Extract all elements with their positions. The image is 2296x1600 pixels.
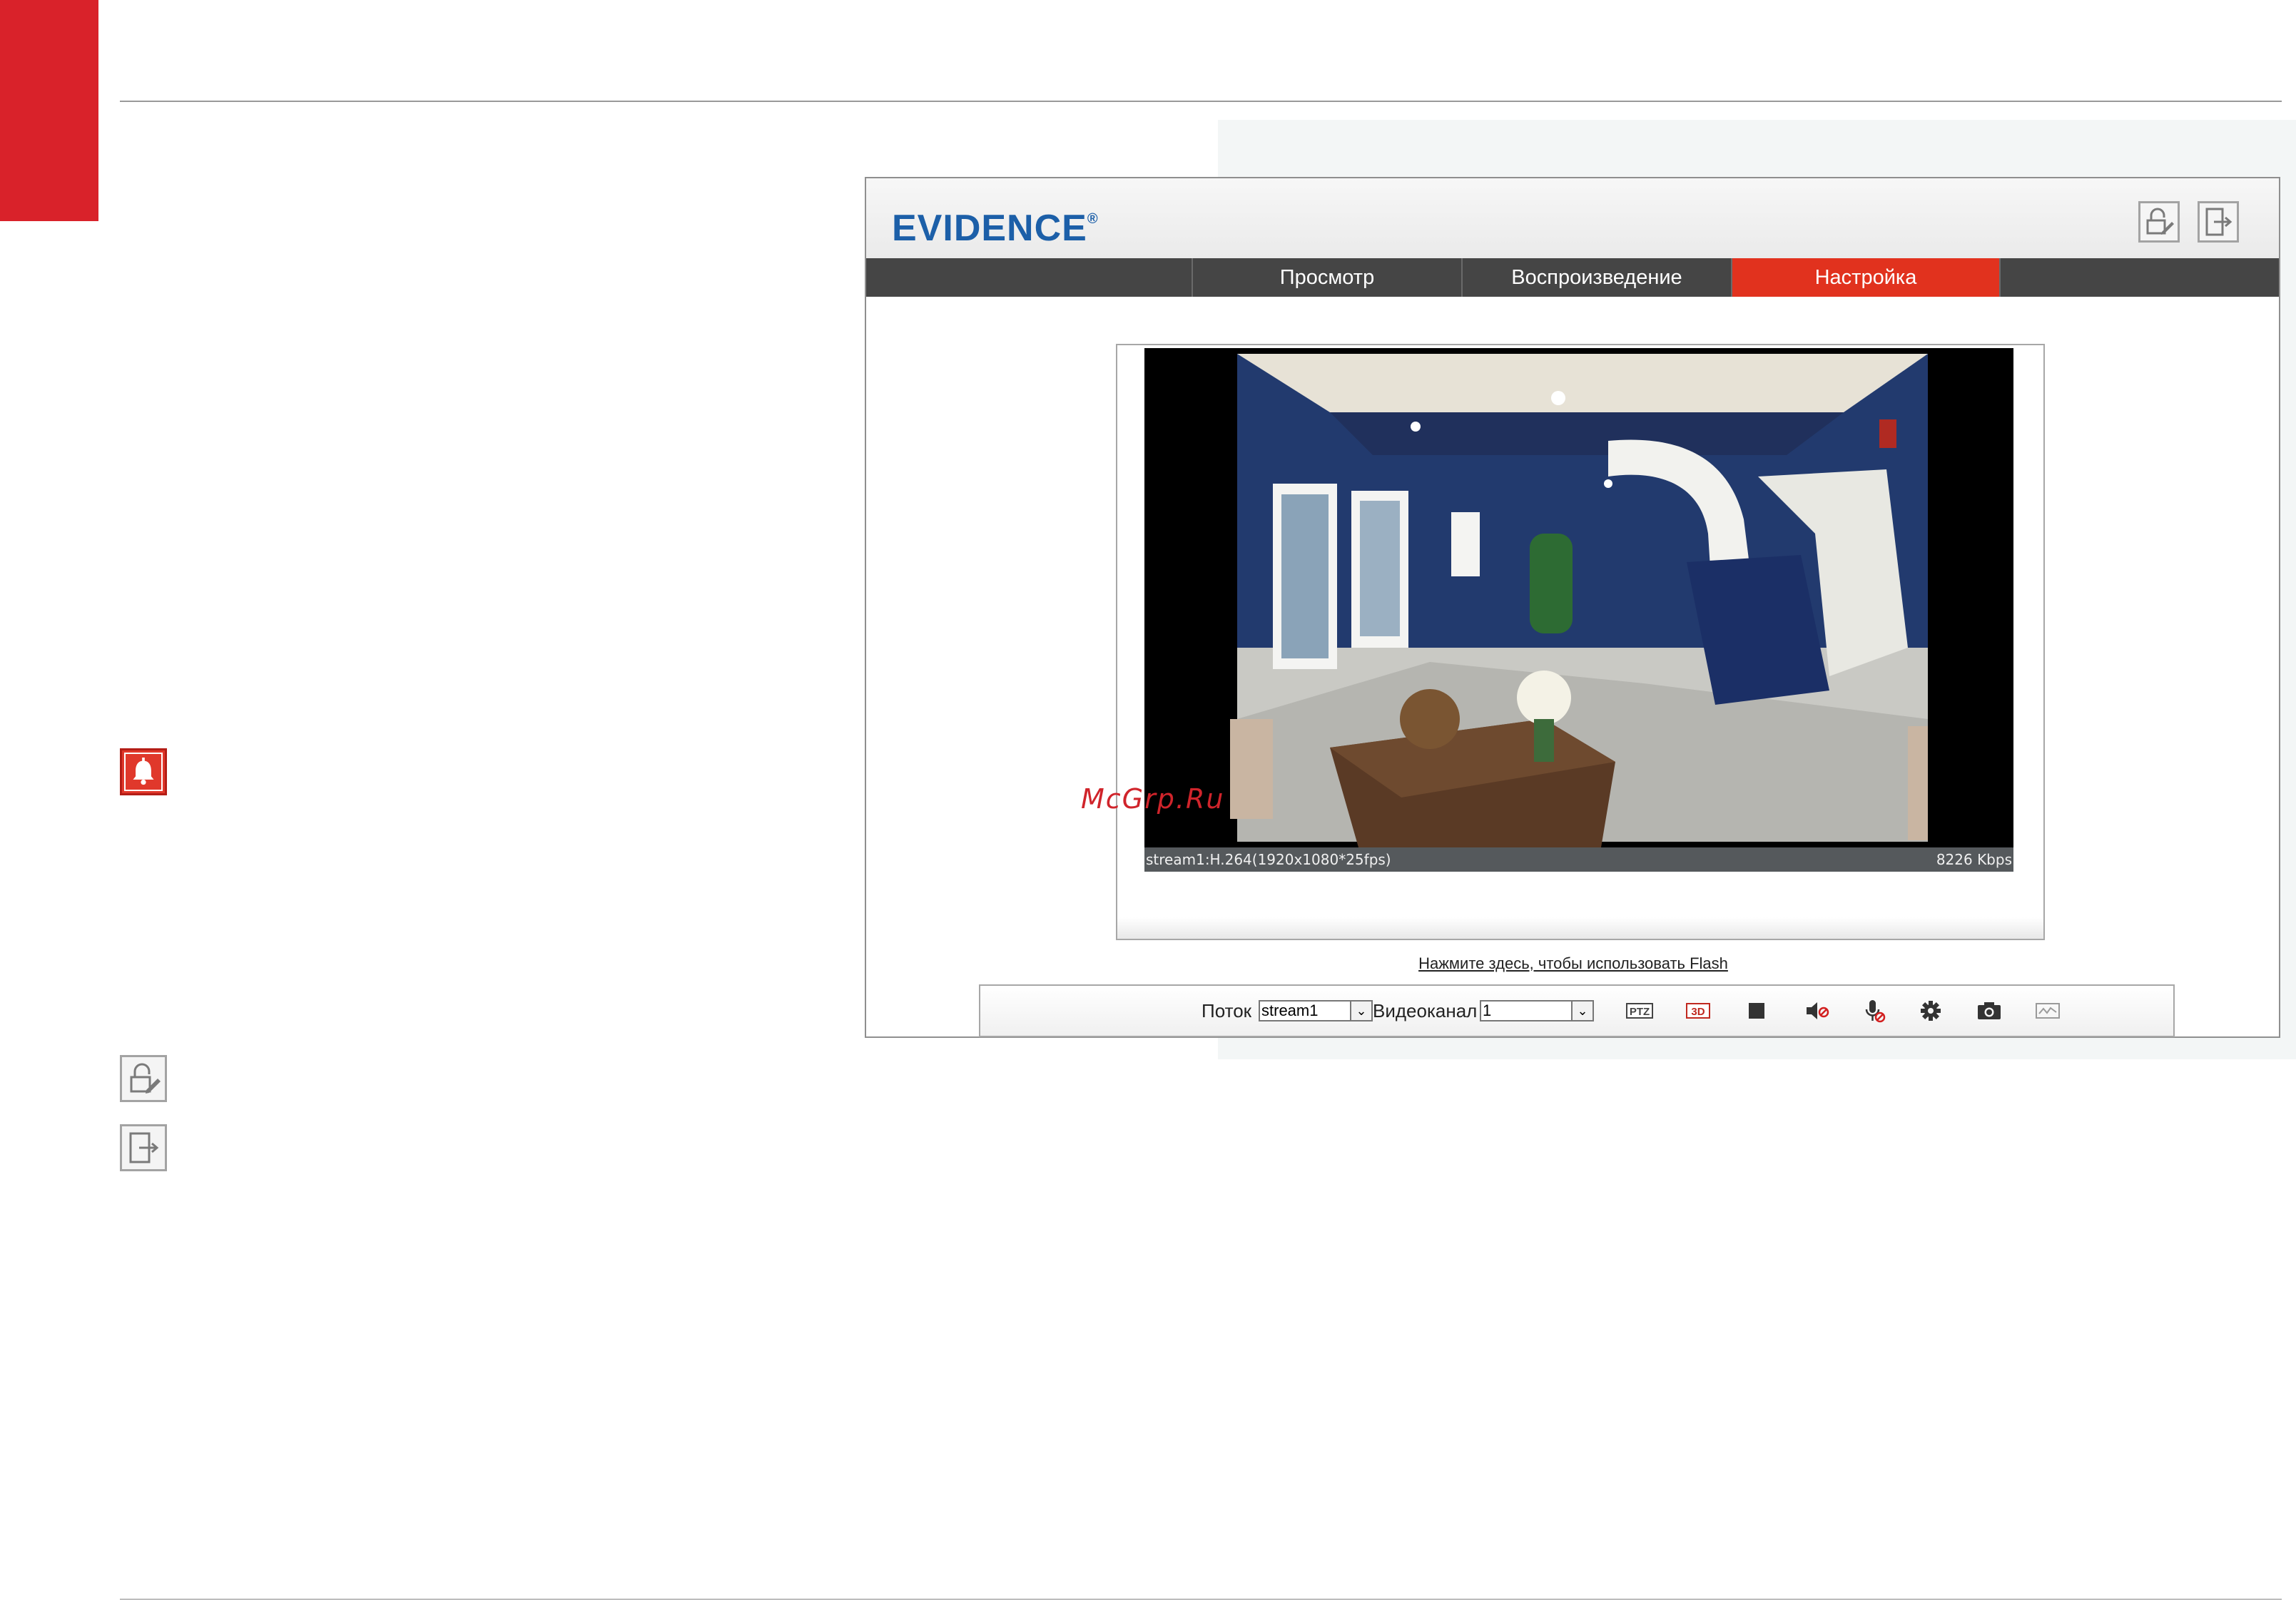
top-divider: [120, 101, 2282, 102]
lock-edit-icon: [2146, 208, 2174, 235]
main-navigation: Просмотр Воспроизведение Настройка: [866, 258, 2279, 297]
section-tab-marker: [0, 0, 98, 221]
frame-footer: [1117, 917, 2043, 939]
stream-select-value: stream1: [1261, 1002, 1319, 1019]
audio-muted-icon[interactable]: [1802, 998, 1831, 1024]
change-password-button[interactable]: [2138, 201, 2180, 243]
video-channel-label: Видеоканал: [1373, 1000, 1478, 1021]
microphone-off-icon[interactable]: [1859, 998, 1888, 1024]
bitrate-readout: 8226 Kbps: [1936, 851, 2012, 868]
stop-icon[interactable]: [1742, 998, 1771, 1024]
stream-label: Поток: [1202, 1000, 1252, 1021]
camera-stream-image: [1144, 348, 2013, 847]
logout-button[interactable]: [2198, 201, 2239, 243]
video-channel-value: 1: [1483, 1002, 1492, 1019]
video-player-frame: stream1:H.264(1920x1080*25fps) 8226 Kbps: [1116, 344, 2045, 940]
stream-select[interactable]: stream1 ⌄: [1259, 1000, 1373, 1021]
chevron-down-icon: ⌄: [1350, 1002, 1371, 1020]
watermark-text: McGrp.Ru: [1081, 783, 1225, 815]
tab-playback[interactable]: Воспроизведение: [1461, 258, 1731, 297]
video-channel-select[interactable]: 1 ⌄: [1480, 1000, 1594, 1021]
live-video-view[interactable]: [1144, 348, 2013, 847]
player-toolbar: Поток stream1 ⌄ Видеоканал 1 ⌄ PTZ 3D: [979, 984, 2175, 1037]
settings-gear-icon[interactable]: [1916, 998, 1945, 1024]
svg-text:3D: 3D: [1691, 1006, 1705, 1018]
3d-zoom-icon[interactable]: 3D: [1684, 998, 1712, 1024]
stream-info: stream1:H.264(1920x1080*25fps): [1146, 851, 1391, 868]
ptz-icon[interactable]: PTZ: [1625, 998, 1654, 1024]
brand-logo: EVIDENCE®: [892, 208, 1099, 249]
camera-web-ui-window: EVIDENCE® Просмотр Воспроизведение Настр…: [865, 177, 2280, 1038]
snapshot-camera-icon[interactable]: [1975, 998, 2003, 1024]
tab-settings[interactable]: Настройка: [1731, 258, 2001, 297]
chevron-down-icon: ⌄: [1571, 1002, 1593, 1020]
image-adjust-icon[interactable]: [2033, 998, 2062, 1024]
use-flash-link[interactable]: Нажмите здесь, чтобы использовать Flash: [866, 954, 2280, 973]
logout-icon: [120, 1124, 167, 1171]
alarm-bell-icon: [120, 748, 167, 795]
stream-status-bar: stream1:H.264(1920x1080*25fps) 8226 Kbps: [1144, 847, 2013, 872]
tab-live-view[interactable]: Просмотр: [1192, 258, 1461, 297]
svg-text:PTZ: PTZ: [1630, 1006, 1650, 1018]
window-header: EVIDENCE®: [866, 178, 2279, 258]
logout-icon: [2205, 208, 2232, 236]
lock-edit-icon: [120, 1055, 167, 1102]
